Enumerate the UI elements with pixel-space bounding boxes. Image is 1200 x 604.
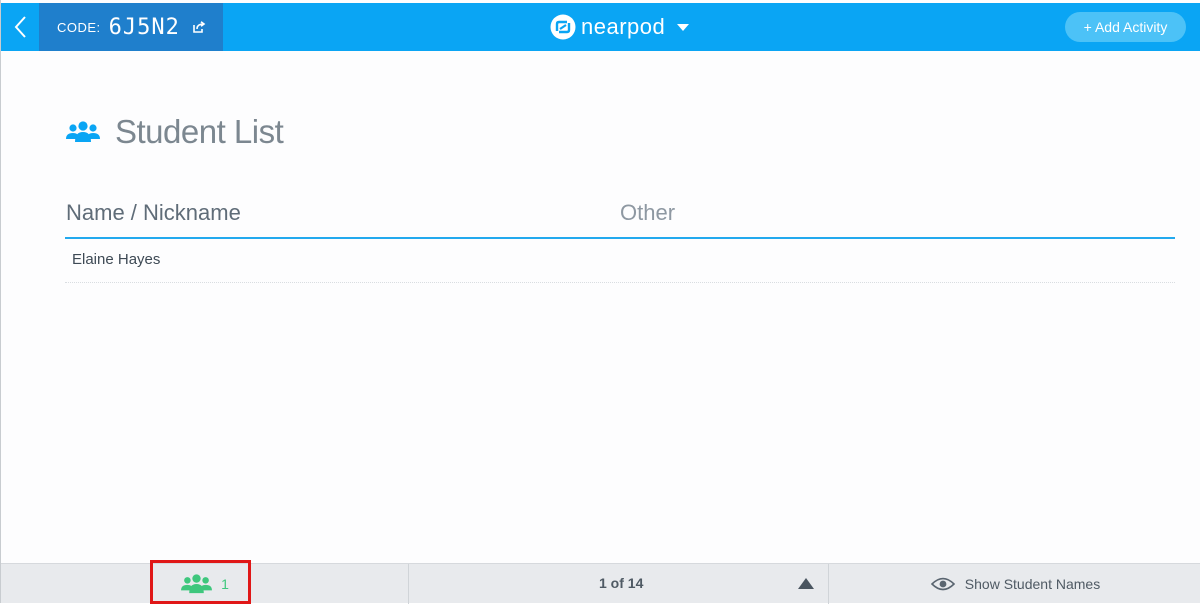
column-header-other: Other	[620, 200, 676, 225]
pager: 1 of 14	[410, 564, 829, 604]
share-icon[interactable]	[192, 20, 206, 34]
code-label: CODE:	[57, 19, 101, 35]
column-header-name: Name / Nickname	[66, 200, 241, 225]
page-title: Student List	[115, 113, 284, 150]
nearpod-logo-icon	[550, 14, 576, 40]
show-names-label: Show Student Names	[964, 576, 1101, 592]
header-divider	[65, 237, 1175, 239]
highlight-box	[150, 560, 251, 604]
table-row: Elaine Hayes	[65, 240, 1175, 283]
caret-up-icon[interactable]	[798, 577, 814, 589]
brand-name: nearpod	[581, 14, 666, 39]
students-icon	[66, 121, 100, 142]
session-code-box: CODE: 6J5N2	[39, 3, 223, 51]
top-bar: CODE: 6J5N2 nearpod + Add Activity	[1, 3, 1200, 51]
student-count-button[interactable]: 1	[1, 560, 409, 604]
brand-menu[interactable]: nearpod	[550, 13, 690, 41]
footer-bar: 1 1 of 14 Show Student Names	[1, 560, 1200, 604]
page-header: Student List	[65, 112, 284, 152]
code-value: 6J5N2	[108, 14, 180, 40]
eye-icon	[930, 577, 955, 591]
pager-text: 1 of 14	[599, 575, 644, 591]
back-button[interactable]	[1, 3, 39, 51]
add-activity-button[interactable]: + Add Activity	[1065, 12, 1186, 42]
student-name: Elaine Hayes	[72, 251, 161, 268]
chevron-left-icon	[14, 16, 26, 38]
caret-down-icon	[677, 23, 690, 31]
app-window: CODE: 6J5N2 nearpod + Add Activity Stude…	[0, 0, 1200, 604]
show-student-names-button[interactable]: Show Student Names	[830, 564, 1200, 604]
